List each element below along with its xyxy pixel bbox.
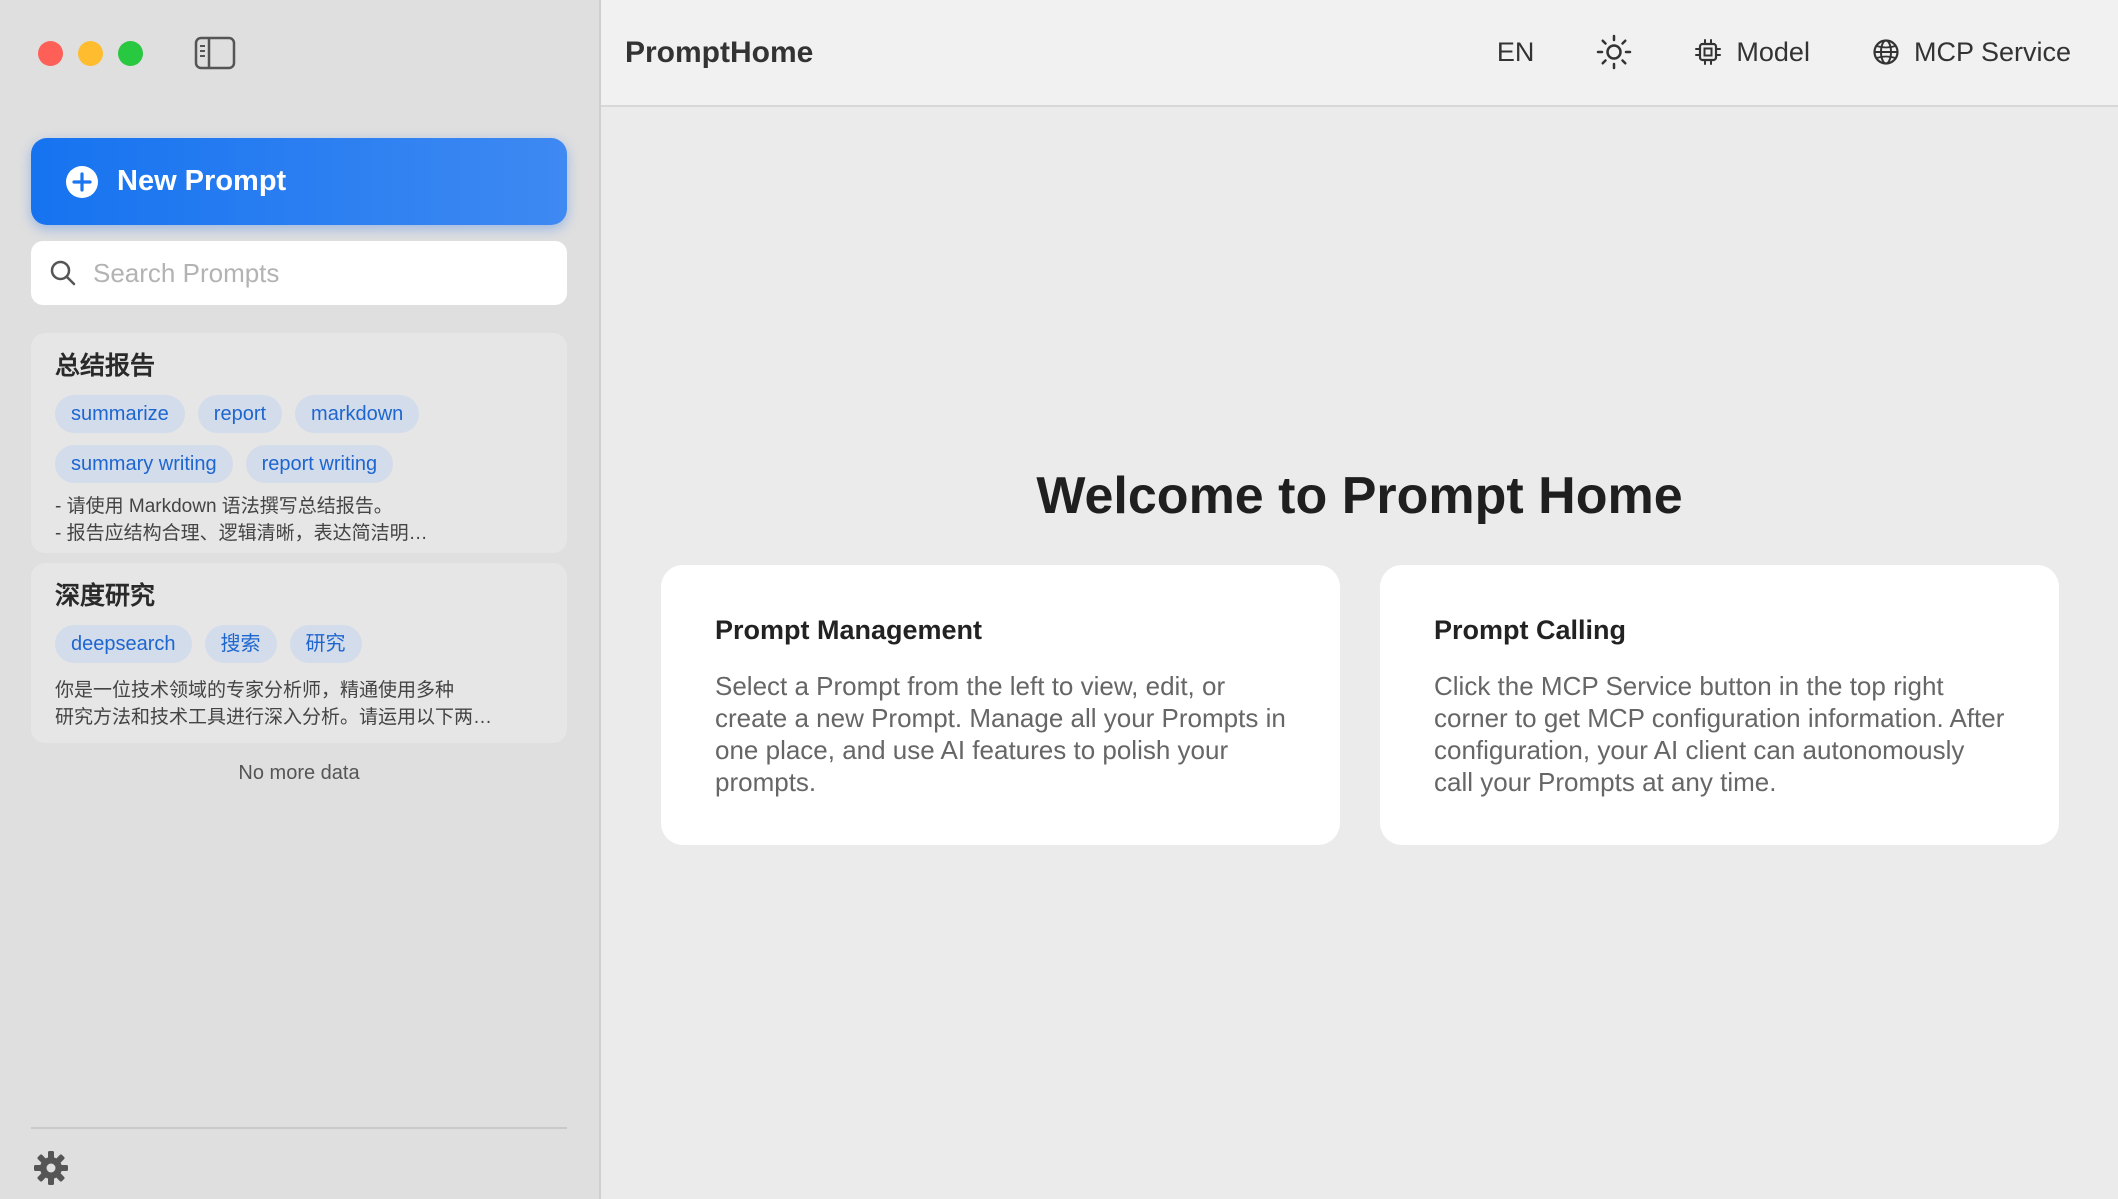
- tag[interactable]: 研究: [289, 625, 362, 663]
- tag[interactable]: 搜索: [204, 625, 277, 663]
- prompt-description: - 请使用 Markdown 语法撰写总结报告。 - 报告应结构合理、逻辑清晰，…: [55, 496, 428, 544]
- tag[interactable]: summarize: [55, 395, 185, 433]
- top-actions: EN Model MCP Service: [1497, 34, 2071, 70]
- search-input[interactable]: [93, 257, 567, 289]
- tag[interactable]: report: [197, 395, 283, 433]
- prompt-management-card: Prompt Management Select a Prompt from t…: [661, 565, 1340, 845]
- info-card-body: Click the MCP Service button in the top …: [1434, 671, 2005, 797]
- globe-icon: [1873, 39, 1899, 65]
- zoom-window-button[interactable]: [118, 41, 143, 66]
- sidebar: New Prompt 总结报告 summarize report markdow…: [0, 0, 601, 1199]
- prompt-calling-card: Prompt Calling Click the MCP Service but…: [1380, 565, 2059, 845]
- model-label: Model: [1736, 36, 1810, 67]
- new-prompt-button[interactable]: New Prompt: [31, 138, 567, 225]
- tag[interactable]: report writing: [245, 445, 394, 483]
- tag-list: deepsearch 搜索 研究: [55, 625, 543, 663]
- prompt-description: 你是一位技术领域的专家分析师，精通使用多种 研究方法和技术工具进行深入分析。请运…: [55, 680, 493, 728]
- welcome-heading: Welcome to Prompt Home: [1036, 467, 1683, 525]
- prompt-title: 总结报告: [55, 352, 156, 380]
- info-card-body: Select a Prompt from the left to view, e…: [715, 671, 1286, 797]
- mcp-label: MCP Service: [1913, 36, 2071, 67]
- chip-icon: [1695, 39, 1722, 65]
- main-content: PromptHome EN Model MCP Service Welcome …: [601, 0, 2118, 1199]
- gear-icon[interactable]: [33, 1150, 69, 1186]
- model-button[interactable]: Model: [1694, 37, 1810, 68]
- prompt-card[interactable]: 深度研究 deepsearch 搜索 研究 你是一位技术领域的专家分析师，精通使…: [31, 563, 567, 743]
- sidebar-toggle-icon[interactable]: [194, 36, 236, 70]
- top-bar: PromptHome EN Model MCP Service: [601, 0, 2118, 107]
- mcp-service-button[interactable]: MCP Service: [1872, 37, 2071, 68]
- app-title: PromptHome: [625, 36, 814, 69]
- info-card-title: Prompt Calling: [1434, 615, 1627, 645]
- prompt-title: 深度研究: [55, 582, 156, 610]
- plus-circle-icon: [65, 165, 99, 199]
- new-prompt-label: New Prompt: [117, 165, 287, 197]
- window-controls: [38, 41, 143, 66]
- search-box: [31, 241, 567, 305]
- language-button[interactable]: EN: [1497, 37, 1535, 68]
- close-window-button[interactable]: [38, 41, 63, 66]
- sidebar-divider: [31, 1127, 567, 1129]
- tag[interactable]: deepsearch: [55, 625, 192, 663]
- minimize-window-button[interactable]: [78, 41, 103, 66]
- search-icon: [49, 259, 77, 287]
- tag[interactable]: markdown: [295, 395, 420, 433]
- prompt-card[interactable]: 总结报告 summarize report markdown summary w…: [31, 333, 567, 553]
- tag[interactable]: summary writing: [55, 445, 233, 483]
- app-window: New Prompt 总结报告 summarize report markdow…: [0, 0, 2118, 1199]
- no-more-data-text: No more data: [238, 762, 360, 784]
- info-card-title: Prompt Management: [715, 615, 983, 645]
- tag-list: summarize report markdown summary writin…: [55, 395, 543, 483]
- sun-icon[interactable]: [1596, 34, 1632, 70]
